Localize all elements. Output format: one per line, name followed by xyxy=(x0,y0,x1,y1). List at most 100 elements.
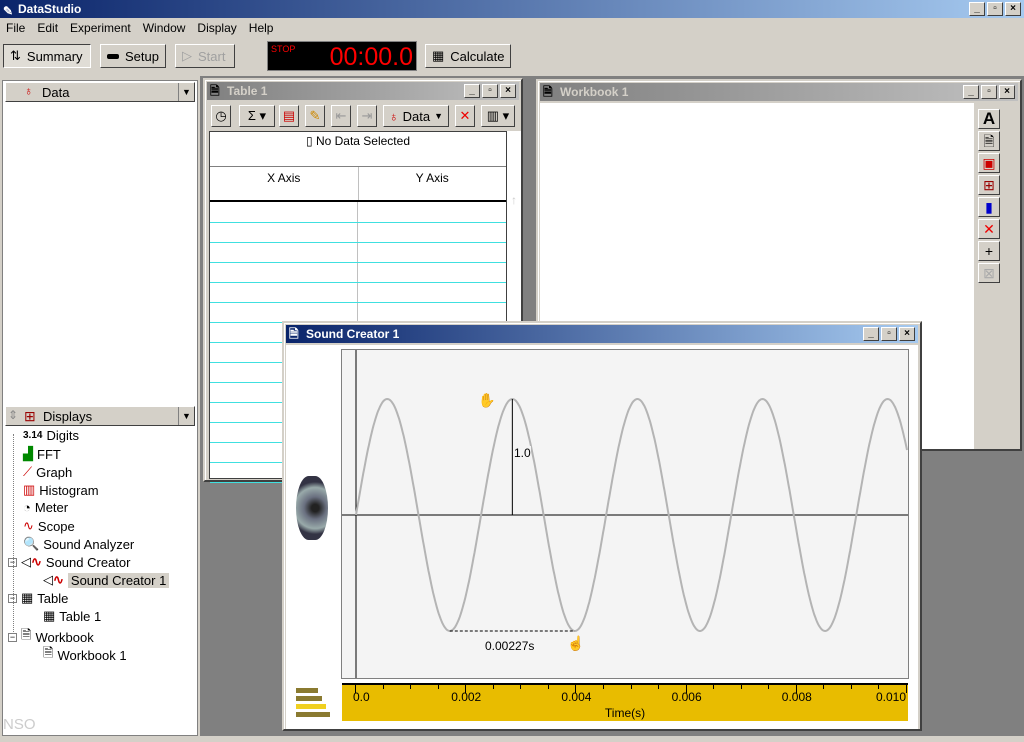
app-title: DataStudio xyxy=(18,2,82,16)
waveform-plot[interactable]: 1.0 0.00227s ✋ ☝ xyxy=(341,349,909,679)
minimize-button[interactable]: _ xyxy=(464,84,480,98)
tree-item-fft[interactable]: ▟ FFT xyxy=(23,446,61,462)
status-text: No Data Selected xyxy=(315,134,410,148)
workbook-icon: 🗎 xyxy=(43,645,54,660)
time-axis: Time(s) 0.0 0.002 0.004 0.006 0.008 0.010 xyxy=(342,683,908,721)
tree-item-sound-analyzer[interactable]: 🔍 Sound Analyzer xyxy=(23,536,134,552)
delete-page-icon[interactable]: ⊠ xyxy=(978,263,1000,283)
tree-label: Digits xyxy=(46,428,79,443)
tree-item-scope[interactable]: ∿ Scope xyxy=(23,518,75,534)
tree-item-workbook-1[interactable]: 🗎 Workbook 1 xyxy=(43,644,127,666)
setup-button[interactable]: Setup xyxy=(100,44,166,68)
chevron-down-icon[interactable]: ▼ xyxy=(178,83,194,101)
maximize-button[interactable]: ▫ xyxy=(881,327,897,341)
play-icon: ▷ xyxy=(182,48,192,63)
sound-creator-title-bar[interactable]: 🗎 Sound Creator 1 _ ▫ × xyxy=(286,325,918,343)
close-button[interactable]: × xyxy=(899,327,915,341)
x-tick-label: 0.004 xyxy=(561,690,592,704)
delete-button[interactable]: ✕ xyxy=(455,105,475,127)
arrow-left-icon: ⇤ xyxy=(335,108,347,123)
table-icon: ▦ xyxy=(21,590,34,605)
x-tick-label: 0.0 xyxy=(353,690,370,704)
menu-experiment[interactable]: Experiment xyxy=(64,21,137,35)
x-tick xyxy=(906,685,907,693)
menu-window[interactable]: Window xyxy=(137,21,192,35)
minimize-button[interactable]: _ xyxy=(969,2,985,16)
left-panel: ♁ Data ▼ ⇕ ⊞ Displays ▼ 3.14 Digits ▟ FFT … xyxy=(2,80,198,736)
amplitude-hand-icon[interactable]: ✋ xyxy=(478,392,495,409)
x-tick-label: 0.002 xyxy=(451,690,482,704)
table-icon: ▦ xyxy=(43,608,56,623)
window-title: Sound Creator 1 xyxy=(306,327,400,341)
maximize-button[interactable]: ▫ xyxy=(981,85,997,99)
text-icon[interactable]: A xyxy=(978,109,1000,129)
table-window-title-bar[interactable]: 🗎 Table 1 _ ▫ × xyxy=(207,82,519,100)
resize-icon[interactable]: ⇕ xyxy=(8,408,18,422)
delete-icon[interactable]: ✕ xyxy=(978,219,1000,239)
data-dropdown[interactable]: ♁ Data ▼ xyxy=(5,82,195,102)
x-tick xyxy=(740,685,742,689)
speaker-icon: ◁∿ xyxy=(21,554,42,569)
summary-button[interactable]: ⇅ Summary xyxy=(3,44,91,68)
chevron-down-icon[interactable]: ▼ xyxy=(178,407,194,425)
tree-label: Scope xyxy=(37,518,75,534)
tree-item-table[interactable]: − ▦ Table xyxy=(8,590,68,606)
table-row-divider xyxy=(210,242,506,243)
tree-item-meter[interactable]: ◔ Meter xyxy=(23,500,68,515)
columns-button[interactable]: ▥ ▾ xyxy=(481,105,515,127)
add-page-icon[interactable]: + xyxy=(978,241,1000,261)
sigma-icon: Σ ▾ xyxy=(247,108,267,123)
menu-edit[interactable]: Edit xyxy=(31,21,64,35)
workbook-window-title-bar[interactable]: 🗎 Workbook 1 _ ▫ × xyxy=(540,83,1018,101)
window-title: Table 1 xyxy=(227,84,268,98)
clock-button[interactable]: ◷ xyxy=(211,105,231,127)
lock-button[interactable]: ▤ xyxy=(279,105,299,127)
close-button[interactable]: × xyxy=(500,84,516,98)
clock-icon: ◷ xyxy=(215,108,227,123)
menu-file[interactable]: File xyxy=(0,21,31,35)
tree-item-graph[interactable]: ⟋ Graph xyxy=(23,464,72,480)
document-icon: 🗎 xyxy=(289,327,299,341)
maximize-button[interactable]: ▫ xyxy=(482,84,498,98)
move-right-button[interactable]: ⇥ xyxy=(357,105,377,127)
column-header-x[interactable]: X Axis xyxy=(210,167,359,200)
tree-label: Workbook 1 xyxy=(57,647,127,663)
tree-item-histogram[interactable]: ▥ Histogram xyxy=(23,482,99,498)
close-button[interactable]: × xyxy=(999,85,1015,99)
collapse-icon[interactable]: − xyxy=(8,557,17,567)
text-box-icon[interactable]: 🗎 xyxy=(978,131,1000,151)
tree-item-table-1[interactable]: ▦ Table 1 xyxy=(43,608,101,624)
x-tick xyxy=(492,685,494,689)
movie-icon[interactable]: ▮ xyxy=(978,197,1000,217)
volume-icon[interactable] xyxy=(296,688,332,720)
data-button[interactable]: ♁ Data ▼ xyxy=(383,105,449,127)
edit-button[interactable]: ✎ xyxy=(305,105,325,127)
minimize-button[interactable]: _ xyxy=(963,85,979,99)
digits-icon: 3.14 xyxy=(23,430,43,441)
display-icon[interactable]: ⊞ xyxy=(978,175,1000,195)
watermark: NSO xyxy=(3,716,36,733)
columns-icon: ▥ ▾ xyxy=(486,108,510,123)
frequency-hand-icon[interactable]: ☝ xyxy=(567,635,584,652)
move-left-button[interactable]: ⇤ xyxy=(331,105,351,127)
displays-dropdown[interactable]: ⇕ ⊞ Displays ▼ xyxy=(5,406,195,426)
menu-help[interactable]: Help xyxy=(243,21,280,35)
statistics-button[interactable]: Σ ▾ xyxy=(239,105,275,127)
speaker-icon[interactable] xyxy=(296,476,328,540)
collapse-icon[interactable]: − xyxy=(8,593,17,603)
menu-display[interactable]: Display xyxy=(191,21,242,35)
tree-item-digits[interactable]: 3.14 Digits xyxy=(23,428,79,443)
tree-item-sound-creator[interactable]: − ◁∿ Sound Creator xyxy=(8,554,130,570)
minimize-button[interactable]: _ xyxy=(863,327,879,341)
x-tick xyxy=(630,685,632,689)
start-button[interactable]: ▷ Start xyxy=(175,44,235,68)
table-row-divider xyxy=(210,222,506,223)
column-header-y[interactable]: Y Axis xyxy=(359,167,507,200)
x-tick-label: 0.010 xyxy=(876,690,907,704)
maximize-button[interactable]: ▫ xyxy=(987,2,1003,16)
collapse-icon[interactable]: − xyxy=(8,632,17,642)
close-button[interactable]: × xyxy=(1005,2,1021,16)
image-icon[interactable]: ▣ xyxy=(978,153,1000,173)
tree-item-sound-creator-1[interactable]: ◁∿ Sound Creator 1 xyxy=(43,572,170,588)
calculate-button[interactable]: ▦ Calculate xyxy=(425,44,511,68)
